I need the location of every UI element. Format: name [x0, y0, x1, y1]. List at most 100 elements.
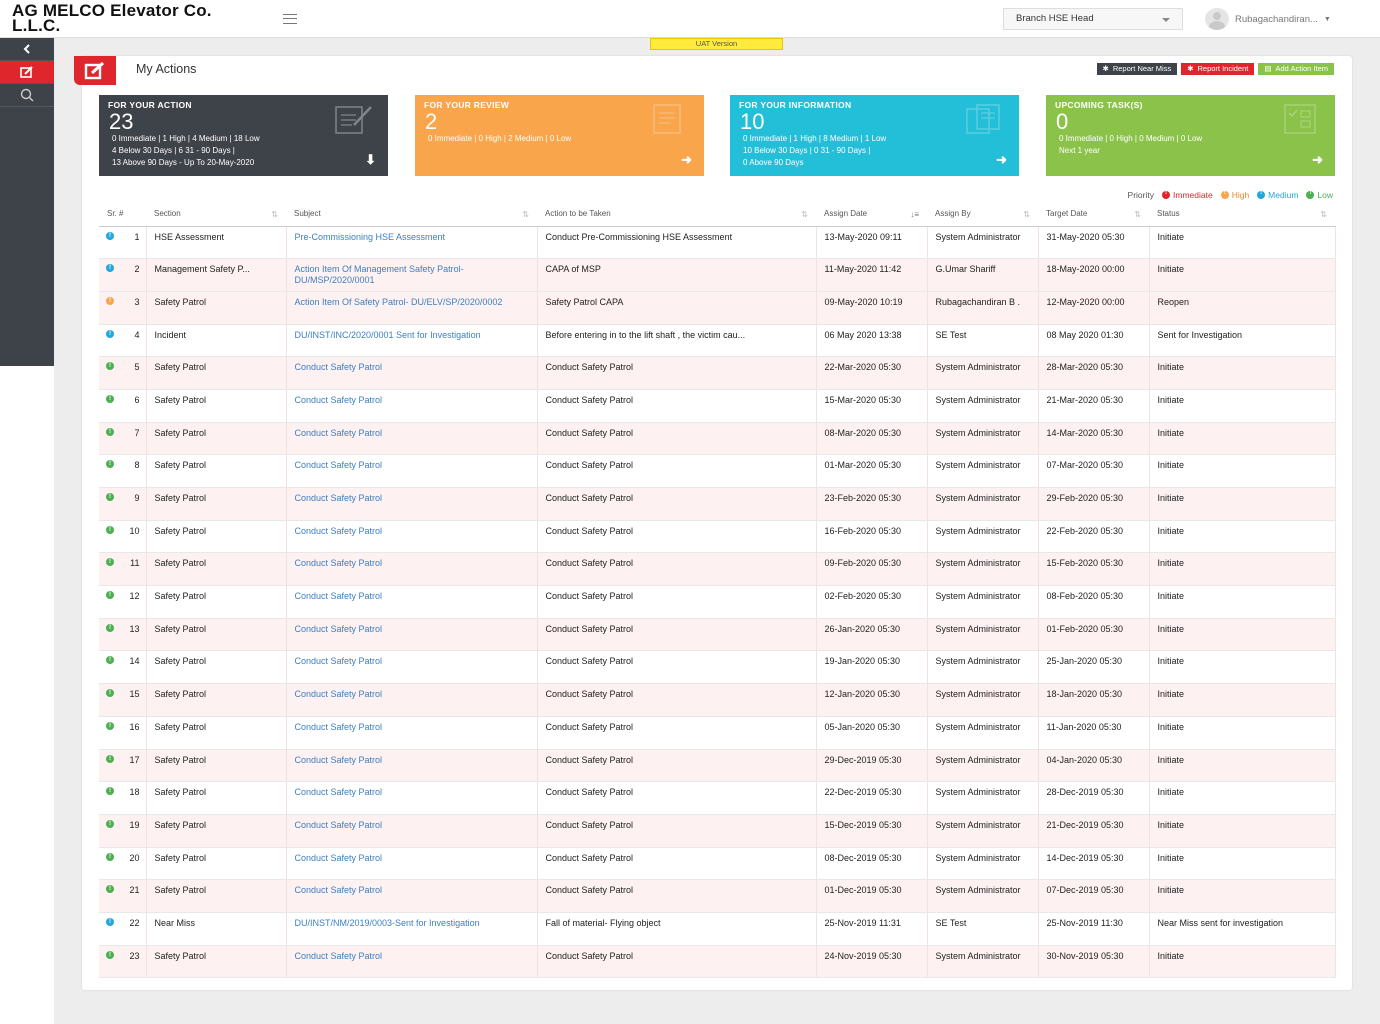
table-row[interactable]: 18Safety PatrolConduct Safety PatrolCond…	[99, 781, 1336, 815]
menu-toggle-icon[interactable]	[283, 14, 297, 24]
table-row[interactable]: 20Safety PatrolConduct Safety PatrolCond…	[99, 847, 1336, 881]
table-row[interactable]: 22 Near MissDU/INST/NM/2019/0003-Sent for…	[99, 912, 1336, 946]
cell-subject-link[interactable]: Conduct Safety Patrol	[286, 650, 538, 685]
table-row[interactable]: 12Safety PatrolConduct Safety PatrolCond…	[99, 585, 1336, 619]
cell-subject-link[interactable]: Action Item Of Management Safety Patrol-…	[286, 258, 538, 292]
arrow-right-icon[interactable]: ➜	[1312, 152, 1323, 168]
cell-subject-link[interactable]: Conduct Safety Patrol	[286, 520, 538, 554]
cell-status: Initiate	[1149, 683, 1336, 717]
column-header-subject[interactable]: Subject ⇅	[286, 202, 537, 227]
cell-assign-by: SE Test	[927, 912, 1039, 946]
table-row[interactable]: 17Safety PatrolConduct Safety PatrolCond…	[99, 749, 1336, 783]
table-row[interactable]: 19Safety PatrolConduct Safety PatrolCond…	[99, 814, 1336, 848]
edit-icon	[20, 66, 33, 78]
table-row[interactable]: 6Safety PatrolConduct Safety PatrolCondu…	[99, 389, 1336, 423]
report-incident-button[interactable]: ✱ Report Incident	[1181, 63, 1255, 75]
table-row[interactable]: 7Safety PatrolConduct Safety PatrolCondu…	[99, 422, 1336, 456]
cell-subject-link[interactable]: Conduct Safety Patrol	[286, 716, 538, 750]
stat-for-your-action[interactable]: FOR YOUR ACTION 23 0 Immediate | 1 High …	[99, 95, 388, 176]
arrow-right-icon[interactable]: ➜	[681, 152, 692, 168]
table-row[interactable]: 21Safety PatrolConduct Safety PatrolCond…	[99, 879, 1336, 913]
column-header-target-date[interactable]: Target Date ⇅	[1038, 202, 1149, 227]
cell-assign-date: 22-Mar-2020 05:30	[816, 356, 928, 390]
priority-low-icon	[106, 459, 114, 470]
table-row[interactable]: 8Safety PatrolConduct Safety PatrolCondu…	[99, 454, 1336, 488]
table-row[interactable]: 15Safety PatrolConduct Safety PatrolCond…	[99, 683, 1336, 717]
cell-subject-link[interactable]: Conduct Safety Patrol	[286, 683, 538, 717]
priority-low-icon	[106, 819, 114, 830]
cell-section: Safety Patrol	[146, 749, 287, 783]
cell-assign-by: SE Test	[927, 324, 1039, 358]
legend-low: Low	[1317, 190, 1333, 200]
priority-medium-icon	[1257, 190, 1266, 199]
cell-assign-date: 05-Jan-2020 05:30	[816, 716, 928, 750]
user-name: Rubagachandiran...	[1235, 13, 1318, 25]
table-row[interactable]: 14Safety PatrolConduct Safety PatrolCond…	[99, 650, 1336, 685]
cell-subject-link[interactable]: Conduct Safety Patrol	[286, 585, 538, 619]
arrow-down-icon[interactable]: ⬇	[365, 152, 376, 168]
column-header-status[interactable]: Status ⇅	[1149, 202, 1335, 227]
table-row[interactable]: 3 Safety PatrolAction Item Of Safety Patr…	[99, 291, 1336, 325]
cell-subject-link[interactable]: Conduct Safety Patrol	[286, 847, 538, 881]
table-row[interactable]: 1 HSE AssessmentPre-Commissioning HSE Ass…	[99, 226, 1336, 260]
cell-subject-link[interactable]: Conduct Safety Patrol	[286, 749, 538, 783]
cell-subject-link[interactable]: Action Item Of Safety Patrol- DU/ELV/SP/…	[286, 291, 538, 325]
cell-subject-link[interactable]: Conduct Safety Patrol	[286, 552, 538, 587]
sidebar-item-search[interactable]	[0, 84, 54, 107]
cell-sr-number: 21	[129, 885, 140, 896]
column-header-assign-date[interactable]: Assign Date ↓≡	[816, 202, 927, 227]
report-near-miss-button[interactable]: ✱ Report Near Miss	[1096, 63, 1178, 75]
cell-subject-link[interactable]: DU/INST/INC/2020/0001 Sent for Investiga…	[286, 324, 538, 358]
chevron-down-icon	[1162, 18, 1170, 22]
table-row[interactable]: 5Safety PatrolConduct Safety PatrolCondu…	[99, 356, 1336, 390]
stat-for-your-information[interactable]: FOR YOUR INFORMATION 10 0 Immediate | 1 …	[730, 95, 1019, 176]
cell-subject-link[interactable]: Conduct Safety Patrol	[286, 389, 538, 423]
column-header-section[interactable]: Section ⇅	[146, 202, 286, 227]
cell-section: Safety Patrol	[146, 291, 287, 325]
cell-subject-link[interactable]: Conduct Safety Patrol	[286, 356, 538, 390]
cell-priority-sr: 6	[99, 389, 147, 423]
cell-action: Conduct Pre-Commissioning HSE Assessment	[537, 226, 817, 260]
cell-priority-sr: 17	[99, 749, 147, 783]
table-row[interactable]: 4 IncidentDU/INST/INC/2020/0001 Sent for …	[99, 324, 1336, 358]
cell-target-date: 29-Feb-2020 05:30	[1038, 487, 1150, 521]
cell-subject-link[interactable]: Conduct Safety Patrol	[286, 945, 538, 979]
cell-subject-link[interactable]: Conduct Safety Patrol	[286, 781, 538, 815]
cell-subject-link[interactable]: Conduct Safety Patrol	[286, 487, 538, 521]
cell-section: Safety Patrol	[146, 389, 287, 423]
cell-target-date: 08 May 2020 01:30	[1038, 324, 1150, 358]
stat-upcoming-tasks[interactable]: UPCOMING TASK(S) 0 0 Immediate | 0 High …	[1046, 95, 1335, 176]
legend-high: High	[1231, 190, 1250, 200]
cell-section: Management Safety P...	[146, 258, 287, 292]
table-row[interactable]: 9Safety PatrolConduct Safety PatrolCondu…	[99, 487, 1336, 521]
table-row[interactable]: 11Safety PatrolConduct Safety PatrolCond…	[99, 552, 1336, 587]
sidebar-collapse-button[interactable]	[0, 38, 54, 61]
cell-target-date: 21-Dec-2019 05:30	[1038, 814, 1150, 848]
cell-assign-by: System Administrator	[927, 389, 1039, 423]
cell-subject-link[interactable]: Conduct Safety Patrol	[286, 814, 538, 848]
cell-subject-link[interactable]: Conduct Safety Patrol	[286, 454, 538, 488]
cell-section: Safety Patrol	[146, 716, 287, 750]
stat-for-your-review[interactable]: FOR YOUR REVIEW 2 0 Immediate | 0 High |…	[415, 95, 704, 176]
edit-document-icon	[335, 106, 372, 134]
cell-subject-link[interactable]: Conduct Safety Patrol	[286, 618, 538, 652]
column-header-action[interactable]: Action to be Taken ⇅	[537, 202, 816, 227]
user-menu[interactable]: Rubagachandiran... ▼	[1205, 7, 1331, 31]
add-action-item-button[interactable]: ▤ Add Action Item	[1258, 63, 1334, 75]
column-header-sr[interactable]: Sr. #	[99, 202, 146, 227]
sidebar-item-my-actions[interactable]	[0, 61, 54, 84]
cell-subject-link[interactable]: DU/INST/NM/2019/0003-Sent for Investigat…	[286, 912, 538, 946]
cell-assign-date: 12-Jan-2020 05:30	[816, 683, 928, 717]
table-row[interactable]: 13Safety PatrolConduct Safety PatrolCond…	[99, 618, 1336, 652]
arrow-right-icon[interactable]: ➜	[996, 152, 1007, 168]
cell-subject-link[interactable]: Conduct Safety Patrol	[286, 879, 538, 913]
cell-subject-link[interactable]: Conduct Safety Patrol	[286, 422, 538, 456]
role-select[interactable]: Branch HSE Head	[1003, 8, 1183, 30]
cell-subject-link[interactable]: Pre-Commissioning HSE Assessment	[286, 226, 538, 260]
table-row[interactable]: 16Safety PatrolConduct Safety PatrolCond…	[99, 716, 1336, 750]
cell-action: Conduct Safety Patrol	[537, 422, 817, 456]
table-row[interactable]: 2 Management Safety P...Action Item Of Ma…	[99, 258, 1336, 292]
column-header-assign-by[interactable]: Assign By ⇅	[927, 202, 1038, 227]
table-row[interactable]: 10Safety PatrolConduct Safety PatrolCond…	[99, 520, 1336, 554]
table-row[interactable]: 23Safety PatrolConduct Safety PatrolCond…	[99, 945, 1336, 979]
